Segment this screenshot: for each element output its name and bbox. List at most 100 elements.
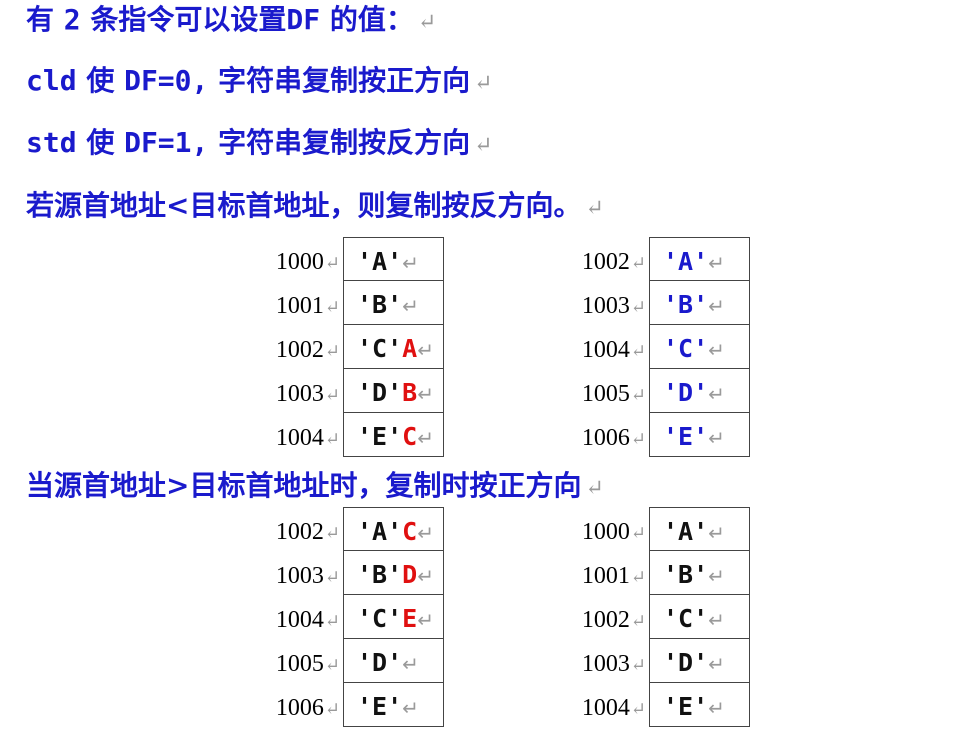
heading-reverse: 若源首地址<目标首地址，则复制按反方向。 ↵ — [26, 188, 604, 227]
memory-cell: 'C'A↵ — [343, 325, 444, 369]
memory-cell: 'B'D↵ — [343, 551, 444, 595]
memory-table-target-1: 1002↵ 'A'↵ 1003↵ 'B'↵ 1004↵ 'C'↵ 1005↵ 'D'↵ … — [540, 237, 750, 457]
memory-cell: 'E'↵ — [343, 683, 444, 727]
paragraph-mark-icon: ↵ — [324, 655, 340, 675]
paragraph-mark-icon: ↵ — [402, 294, 419, 318]
paragraph-mark-icon: ↵ — [324, 699, 340, 719]
memory-cell: 'A'C↵ — [343, 507, 444, 551]
overwrite-value: B — [402, 378, 418, 407]
table-row: 1003↵ 'B'↵ — [540, 281, 750, 325]
paragraph-mark-icon: ↵ — [708, 696, 725, 720]
address-label: 1005↵ — [275, 651, 340, 677]
address-label: 1002↵ — [581, 249, 646, 275]
paragraph-mark-icon: ↵ — [324, 523, 340, 543]
paragraph-mark-icon: ↵ — [324, 297, 340, 317]
paragraph-mark-icon: ↵ — [708, 294, 725, 318]
memory-cell: 'A'↵ — [343, 237, 444, 281]
paragraph-mark-icon: ↵ — [417, 382, 434, 406]
table-row: 1004↵ 'C'E↵ — [234, 595, 444, 639]
table-row: 1005↵ 'D'↵ — [234, 639, 444, 683]
table-row: 1002↵ 'A'↵ — [540, 237, 750, 281]
paragraph-mark-icon: ↵ — [417, 564, 434, 588]
memory-cell: 'C'E↵ — [343, 595, 444, 639]
address-label: 1003↵ — [275, 381, 340, 407]
overwrite-value: A — [402, 334, 418, 363]
cld-description: 字符串复制按正方向 — [218, 64, 471, 97]
paragraph-mark-icon: ↵ — [630, 611, 646, 631]
paragraph-mark-icon: ↵ — [708, 338, 725, 362]
table-row: 1002↵ 'A'C↵ — [234, 507, 444, 551]
paragraph-mark-icon: ↵ — [417, 521, 434, 545]
table-row: 1000↵ 'A'↵ — [234, 237, 444, 281]
paragraph-mark-icon: ↵ — [708, 608, 725, 632]
table-row: 1002↵ 'C'A↵ — [234, 325, 444, 369]
paragraph-mark-icon: ↵ — [402, 251, 419, 275]
address-label: 1003↵ — [581, 293, 646, 319]
paragraph-mark-icon: ↵ — [630, 567, 646, 587]
memory-cell: 'B'↵ — [343, 281, 444, 325]
paragraph-mark-icon: ↵ — [630, 297, 646, 317]
paragraph-mark-icon: ↵ — [630, 655, 646, 675]
cld-use-text: 使 — [86, 64, 115, 97]
memory-cell: 'A'↵ — [649, 237, 750, 281]
table-row: 1004↵ 'E'C↵ — [234, 413, 444, 457]
paragraph-mark-icon: ↵ — [708, 564, 725, 588]
overwrite-value: D — [402, 560, 418, 589]
paragraph-mark-icon: ↵ — [708, 521, 725, 545]
address-label: 1006↵ — [581, 425, 646, 451]
paragraph-mark-icon: ↵ — [402, 696, 419, 720]
table-row: 1001↵ 'B'↵ — [540, 551, 750, 595]
paragraph-mark-icon: ↵ — [402, 652, 419, 676]
address-label: 1003↵ — [275, 563, 340, 589]
address-label: 1000↵ — [581, 519, 646, 545]
memory-table-source-2: 1002↵ 'A'C↵ 1003↵ 'B'D↵ 1004↵ 'C'E↵ 1005↵ 'D… — [234, 507, 444, 727]
std-instruction: std — [26, 126, 77, 159]
paragraph-mark-icon: ↵ — [474, 71, 493, 96]
paragraph-mark-icon: ↵ — [708, 251, 725, 275]
paragraph-mark-icon: ↵ — [708, 426, 725, 450]
std-use-text: 使 — [86, 126, 115, 159]
paragraph-mark-icon: ↵ — [630, 341, 646, 361]
address-label: 1004↵ — [275, 607, 340, 633]
address-label: 1000↵ — [275, 249, 340, 275]
paragraph-mark-icon: ↵ — [417, 10, 437, 35]
paragraph-mark-icon: ↵ — [474, 133, 493, 158]
address-label: 1004↵ — [581, 337, 646, 363]
address-label: 1004↵ — [275, 425, 340, 451]
paragraph-mark-icon: ↵ — [630, 385, 646, 405]
memory-cell: 'A'↵ — [649, 507, 750, 551]
memory-cell: 'D'↵ — [649, 369, 750, 413]
memory-cell: 'E'↵ — [649, 683, 750, 727]
memory-table-target-2: 1000↵ 'A'↵ 1001↵ 'B'↵ 1002↵ 'C'↵ 1003↵ 'D'↵ … — [540, 507, 750, 727]
table-row: 1005↵ 'D'↵ — [540, 369, 750, 413]
intro-text-1: 有 — [26, 3, 55, 36]
memory-cell: 'B'↵ — [649, 551, 750, 595]
paragraph-mark-icon: ↵ — [324, 341, 340, 361]
table-row: 1002↵ 'C'↵ — [540, 595, 750, 639]
address-label: 1004↵ — [581, 695, 646, 721]
heading-reverse-text: 若源首地址<目标首地址，则复制按反方向。 — [26, 189, 582, 222]
paragraph-mark-icon: ↵ — [630, 699, 646, 719]
overwrite-value: E — [402, 604, 418, 633]
cld-line: cld 使 DF=0, 字符串复制按正方向 ↵ — [26, 63, 493, 102]
std-description: 字符串复制按反方向 — [218, 126, 471, 159]
address-label: 1001↵ — [581, 563, 646, 589]
paragraph-mark-icon: ↵ — [324, 385, 340, 405]
memory-table-source-1: 1000↵ 'A'↵ 1001↵ 'B'↵ 1002↵ 'C'A↵ 1003↵ 'D'B… — [234, 237, 444, 457]
intro-text-2: 条指令可以设置 — [90, 3, 287, 36]
paragraph-mark-icon: ↵ — [324, 429, 340, 449]
overwrite-value: C — [402, 422, 418, 451]
paragraph-mark-icon: ↵ — [630, 429, 646, 449]
table-row: 1001↵ 'B'↵ — [234, 281, 444, 325]
memory-cell: 'D'↵ — [343, 639, 444, 683]
paragraph-mark-icon: ↵ — [630, 523, 646, 543]
paragraph-mark-icon: ↵ — [324, 567, 340, 587]
table-row: 1003↵ 'D'↵ — [540, 639, 750, 683]
paragraph-mark-icon: ↵ — [417, 426, 434, 450]
intro-line: 有 2 条指令可以设置DF 的值： ↵ — [26, 2, 436, 41]
paragraph-mark-icon: ↵ — [708, 652, 725, 676]
table-row: 1003↵ 'B'D↵ — [234, 551, 444, 595]
paragraph-mark-icon: ↵ — [708, 382, 725, 406]
memory-cell: 'E'↵ — [649, 413, 750, 457]
paragraph-mark-icon: ↵ — [630, 253, 646, 273]
